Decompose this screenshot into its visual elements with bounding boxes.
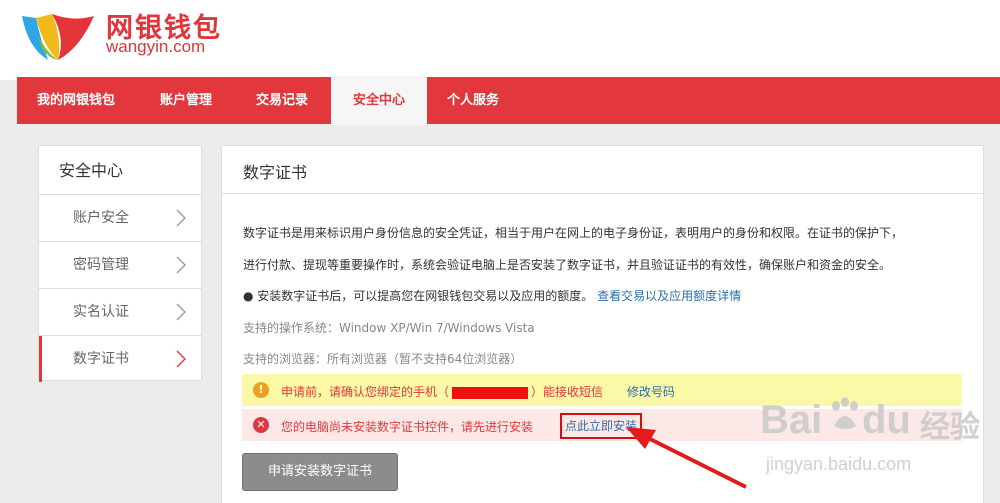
brand-name-en: wangyin.com [106, 37, 206, 56]
phone-warning-banner: ! 申请前，请确认您绑定的手机（ ）能接收短信 修改号码 [242, 374, 962, 406]
sidebar-item-label: 账户安全 [73, 210, 129, 226]
chevron-right-icon [176, 350, 186, 368]
supported-browsers: 支持的浏览器：所有浏览器（暂不支持64位浏览器） [243, 352, 523, 366]
sidebar-item-label: 密码管理 [73, 257, 129, 273]
nav-account-management[interactable]: 账户管理 [160, 77, 212, 124]
nav-security-center[interactable]: 安全中心 [331, 76, 427, 125]
sidebar-item-real-name-auth[interactable]: 实名认证 [39, 289, 201, 336]
sidebar-title: 安全中心 [39, 146, 201, 195]
sidebar-item-label: 实名认证 [73, 304, 129, 320]
description-line-1: 数字证书是用来标识用户身份信息的安全凭证，相当于用户在网上的电子身份证，表明用户… [243, 226, 904, 240]
benefit-text: ● 安装数字证书后，可以提高您在网银钱包交易以及应用的额度。 [243, 289, 594, 303]
apply-certificate-button[interactable]: 申请安装数字证书 [242, 453, 398, 491]
change-number-link[interactable]: 修改号码 [627, 385, 675, 399]
redacted-phone-number [452, 386, 529, 399]
sidebar-item-account-security[interactable]: 账户安全 [39, 195, 201, 242]
exclamation-icon: ! [253, 382, 269, 398]
install-now-link[interactable]: 点此立即安装 [560, 413, 643, 439]
supported-os: 支持的操作系统：Window XP/Win 7/Windows Vista [243, 321, 535, 335]
chevron-right-icon [176, 256, 186, 274]
nav-personal-services[interactable]: 个人服务 [447, 77, 499, 124]
install-error-banner: ✕ 您的电脑尚未安装数字证书控件，请先进行安装 点此立即安装 [242, 409, 962, 441]
header: 网银钱包 wangyin.com [0, 0, 1000, 80]
benefit-note: ● 安装数字证书后，可以提高您在网银钱包交易以及应用的额度。 查看交易以及应用额… [243, 287, 741, 304]
sidebar: 安全中心 账户安全 密码管理 实名认证 数字证书 [38, 145, 202, 382]
error-text: 您的电脑尚未安装数字证书控件，请先进行安装 [281, 420, 534, 434]
chevron-right-icon [176, 209, 186, 227]
description-line-2: 进行付款、提现等重要操作时，系统会验证电脑上是否安装了数字证书，并且验证证书的有… [243, 258, 892, 272]
main-nav: 我的网银钱包 账户管理 交易记录 安全中心 个人服务 [17, 76, 1000, 125]
error-x-icon: ✕ [253, 417, 269, 433]
nav-my-wallet[interactable]: 我的网银钱包 [37, 77, 115, 124]
panel-header: 数字证书 [222, 146, 983, 194]
sidebar-item-digital-certificate[interactable]: 数字证书 [39, 336, 201, 382]
chevron-right-icon [176, 303, 186, 321]
main-panel: 数字证书 数字证书是用来标识用户身份信息的安全凭证，相当于用户在网上的电子身份证… [221, 145, 984, 503]
page-title: 数字证书 [243, 163, 308, 182]
view-limit-details-link[interactable]: 查看交易以及应用额度详情 [597, 289, 741, 303]
wangyin-logo-icon [22, 14, 94, 60]
warning-text: 申请前，请确认您绑定的手机（ ）能接收短信 修改号码 [281, 385, 675, 399]
sidebar-item-password-management[interactable]: 密码管理 [39, 242, 201, 289]
nav-transaction-records[interactable]: 交易记录 [256, 77, 308, 124]
sidebar-item-label: 数字证书 [73, 351, 129, 367]
